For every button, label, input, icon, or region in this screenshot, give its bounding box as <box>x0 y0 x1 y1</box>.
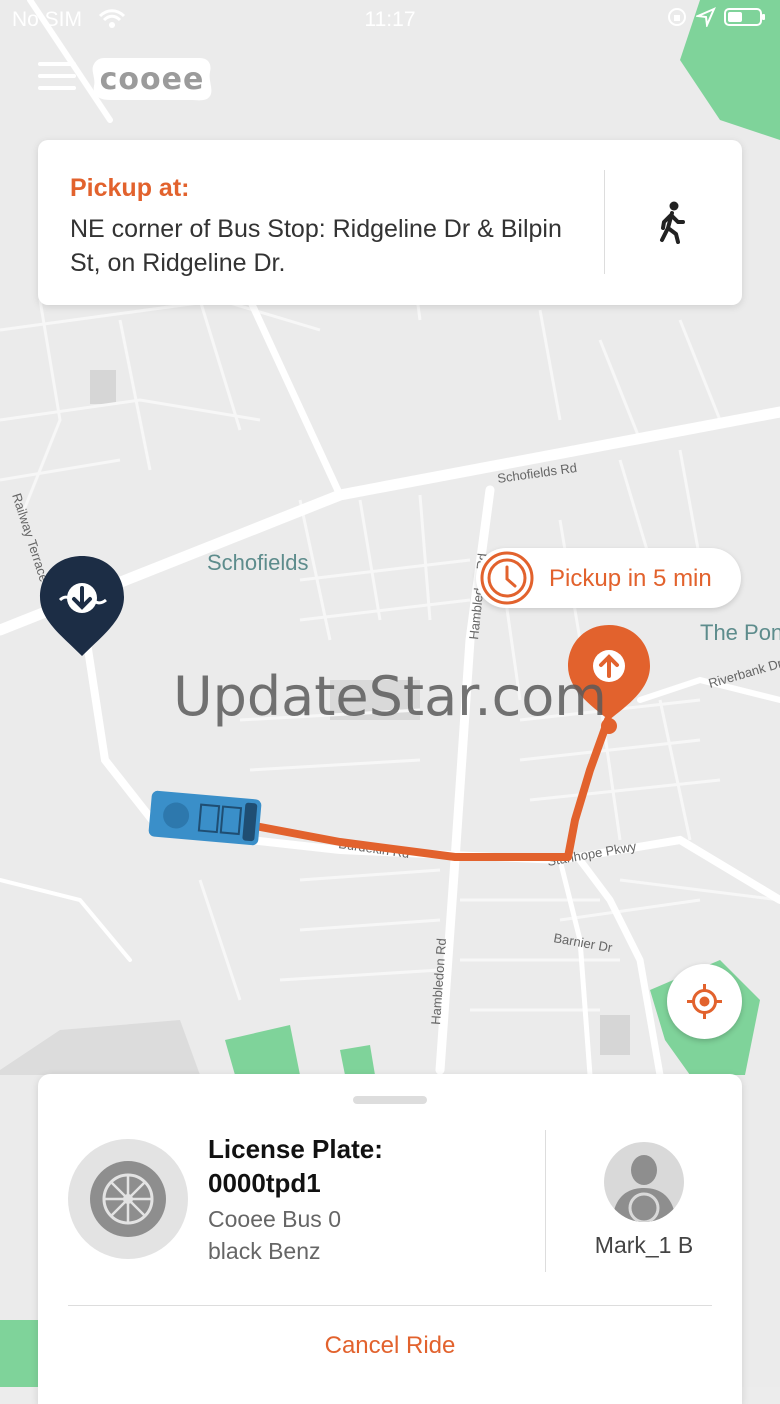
sheet-drag-handle[interactable] <box>353 1096 427 1104</box>
pickup-eta-bubble: Pickup in 5 min <box>476 548 741 608</box>
pickup-divider <box>604 170 605 274</box>
walking-directions-button[interactable] <box>648 198 698 248</box>
clock-icon <box>480 551 534 605</box>
hamburger-menu-icon[interactable] <box>38 62 76 96</box>
ride-divider-vertical <box>545 1130 546 1272</box>
vehicle-name: Cooee Bus 0 <box>208 1206 341 1232</box>
bus-icon[interactable] <box>148 790 262 846</box>
label-schofields: Schofields <box>207 550 309 575</box>
license-plate-value: 0000tpd1 <box>208 1168 321 1198</box>
vehicle-description: black Benz <box>208 1238 321 1264</box>
label-the-ponds: The Ponds <box>700 620 780 645</box>
pickup-title: Pickup at: <box>70 174 190 202</box>
watermark: UpdateStar.com <box>173 665 607 728</box>
ride-details-sheet: License Plate: 0000tpd1 Cooee Bus 0 blac… <box>38 1074 742 1404</box>
driver-avatar[interactable] <box>604 1142 684 1222</box>
cancel-ride-button[interactable]: Cancel Ride <box>238 1332 542 1360</box>
pickup-card: Pickup at: NE corner of Bus Stop: Ridgel… <box>38 140 742 305</box>
eta-text: Pickup in 5 min <box>549 565 712 592</box>
status-bar: No SIM 11:17 <box>0 0 780 40</box>
crosshair-icon <box>687 984 722 1019</box>
driver-name: Mark_1 B <box>594 1232 694 1258</box>
battery-icon <box>724 8 765 26</box>
status-time: 11:17 <box>364 8 416 31</box>
wheel-icon <box>68 1139 188 1259</box>
driver-icon <box>604 1142 684 1222</box>
location-arrow-icon <box>696 7 716 27</box>
license-plate-label: License Plate: <box>208 1134 383 1164</box>
pickup-address: NE corner of Bus Stop: Ridgeline Dr & Bi… <box>70 215 562 277</box>
vehicle-avatar <box>68 1139 188 1259</box>
cooee-logo: cooee <box>90 56 214 104</box>
orientation-lock-icon <box>668 8 686 26</box>
my-location-button[interactable] <box>667 964 742 1039</box>
logo-text: cooee <box>99 62 205 97</box>
walking-person-icon <box>660 201 685 244</box>
ride-divider-horizontal <box>68 1305 712 1306</box>
